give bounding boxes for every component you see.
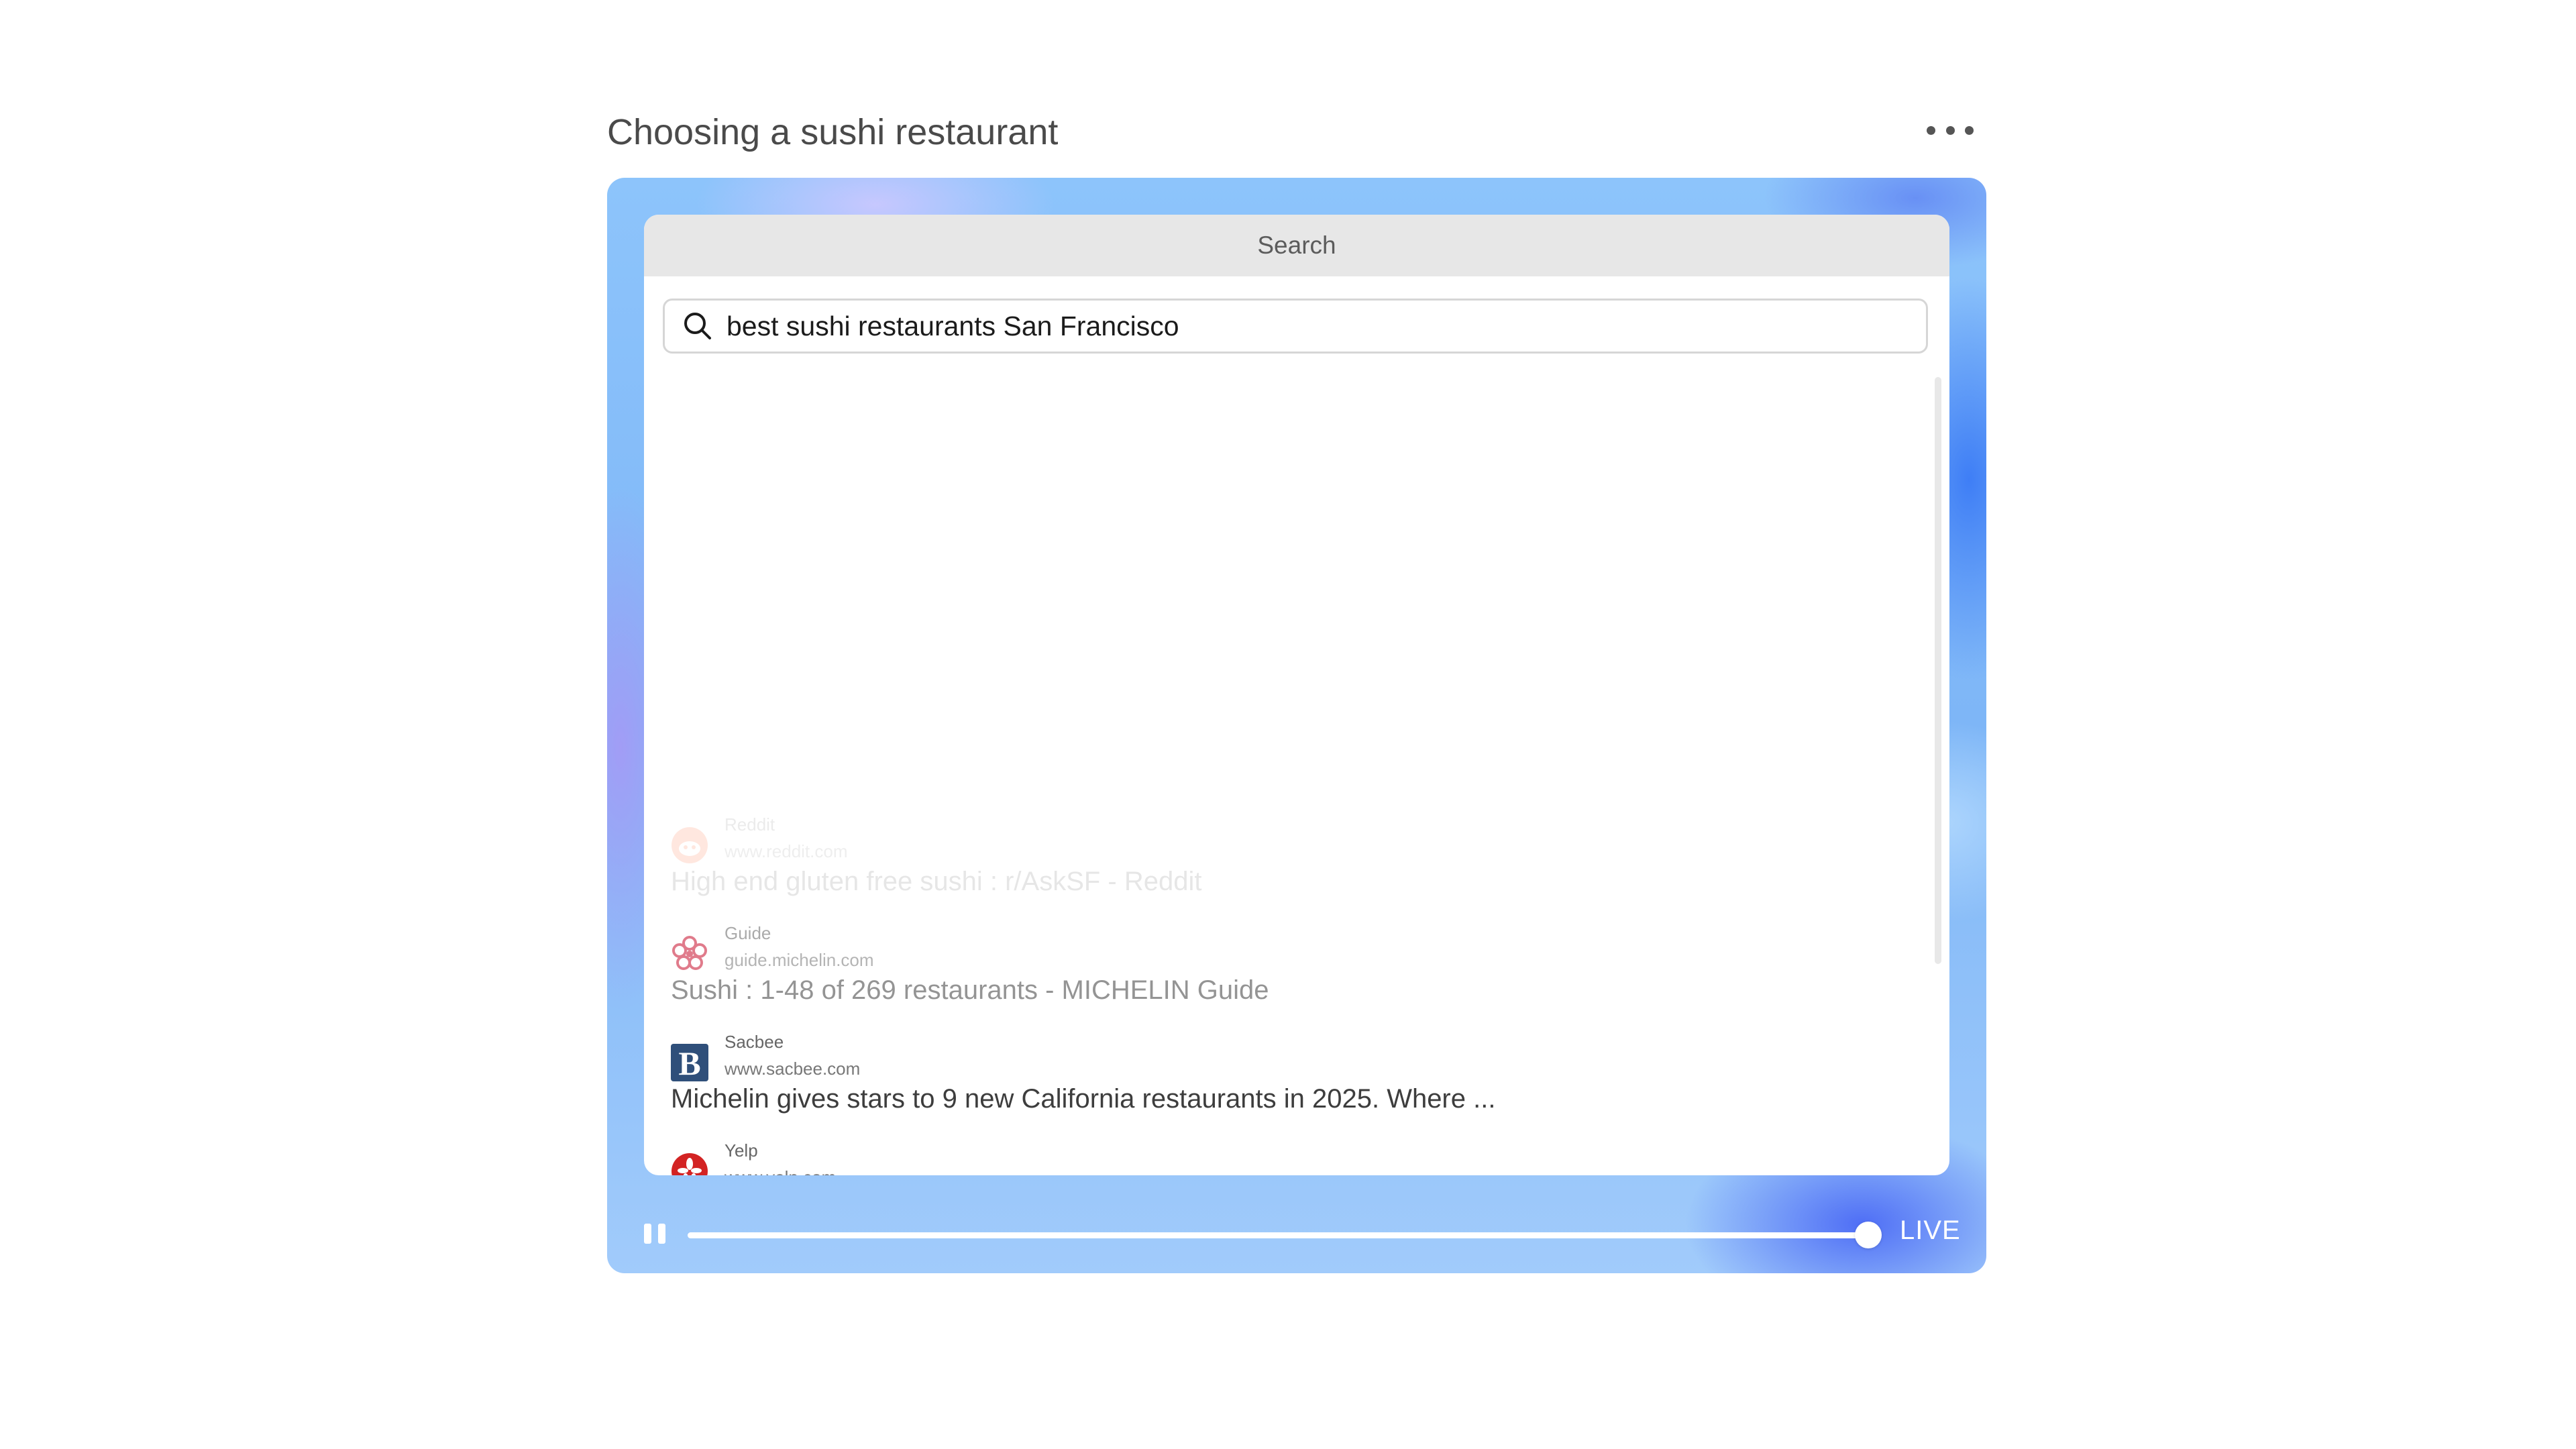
result-yelp[interactable]: Yelp www.yelp.com xyxy=(671,1140,1919,1175)
progress-handle[interactable] xyxy=(1855,1222,1882,1248)
michelin-flower-icon xyxy=(671,935,708,973)
result-title[interactable]: Sushi : 1-48 of 269 restaurants - MICHEL… xyxy=(671,975,1269,1006)
result-source: Guide xyxy=(724,923,771,943)
result-source: Reddit xyxy=(724,814,775,835)
result-domain: guide.michelin.com xyxy=(724,950,874,970)
results-list: Reddit www.reddit.com High end gluten fr… xyxy=(671,215,1919,1175)
more-dot xyxy=(1945,125,1955,135)
sacbee-b-icon: B xyxy=(671,1044,708,1081)
pause-icon xyxy=(644,1224,651,1244)
yelp-icon xyxy=(671,1152,708,1175)
progress-slider[interactable] xyxy=(688,1222,1882,1248)
playback-controls: LIVE xyxy=(607,1208,1986,1268)
pause-button[interactable] xyxy=(644,1224,665,1245)
more-dot xyxy=(1965,125,1974,135)
replay-page: Choosing a sushi restaurant Search best … xyxy=(0,0,2576,1449)
result-title[interactable]: Michelin gives stars to 9 new California… xyxy=(671,1084,1495,1114)
result-domain: www.yelp.com xyxy=(724,1167,836,1175)
result-reddit[interactable]: Reddit www.reddit.com High end gluten fr… xyxy=(671,814,1919,915)
result-source: Sacbee xyxy=(724,1032,784,1052)
results-scrollbar[interactable] xyxy=(1935,377,1941,964)
replay-frame: Search best sushi restaurants San Franci… xyxy=(607,178,1986,1273)
result-sacbee[interactable]: B Sacbee www.sacbee.com Michelin gives s… xyxy=(671,1032,1919,1132)
result-source: Yelp xyxy=(724,1140,758,1161)
progress-fill xyxy=(688,1232,1868,1238)
result-domain: www.sacbee.com xyxy=(724,1059,861,1079)
search-window: Search best sushi restaurants San Franci… xyxy=(644,215,1949,1175)
more-horizontal-icon xyxy=(1927,125,1935,135)
svg-text:B: B xyxy=(678,1044,700,1081)
pause-icon-bar xyxy=(658,1224,665,1244)
result-domain: www.reddit.com xyxy=(724,841,848,861)
page-title: Choosing a sushi restaurant xyxy=(607,112,1059,152)
result-title[interactable]: High end gluten free sushi : r/AskSF - R… xyxy=(671,867,1201,897)
more-options-button[interactable] xyxy=(1927,118,1974,142)
reddit-icon xyxy=(671,826,708,864)
result-michelin[interactable]: Guide guide.michelin.com Sushi : 1-48 of… xyxy=(671,923,1919,1024)
live-indicator[interactable]: LIVE xyxy=(1900,1216,1961,1246)
